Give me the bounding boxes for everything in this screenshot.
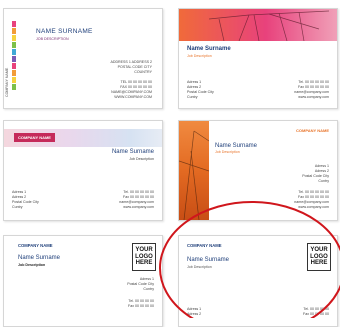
contact-line: www.company.com — [123, 205, 154, 209]
address-line: COUNTRY — [134, 70, 152, 74]
card-job: Job Description — [187, 54, 212, 58]
address-line: Cuntry — [318, 179, 329, 183]
company-name: COMPANY NAME — [18, 134, 51, 140]
card-job: Job Description — [18, 263, 46, 267]
business-card-5[interactable]: COMPANY NAME Name Surname Job Descriptio… — [3, 235, 163, 327]
business-card-2[interactable]: Name Surname Job Description Adress 1 Ad… — [178, 8, 338, 109]
crane-silhouette — [208, 10, 330, 41]
address-line: Adress 2 — [187, 312, 202, 316]
contact-line: Fax 00 00 00 00 — [303, 312, 329, 316]
address-line: Cuntry — [143, 287, 154, 291]
crane-silhouette — [179, 130, 209, 220]
contact-line: Fax 00 00 00 00 — [128, 304, 154, 308]
business-card-1[interactable]: COMPANY NAME NAME SURNAME JOB DESCRIPTIO… — [3, 8, 163, 109]
color-stripe — [12, 21, 16, 90]
business-card-4[interactable]: COMPANY NAME Name Surname Job Descriptio… — [178, 120, 338, 221]
business-card-3[interactable]: COMPANY NAME Name Surname Job Descriptio… — [3, 120, 163, 221]
company-name: COMPANY NAME — [296, 128, 329, 133]
contact-line: WWW.COMPANY.COM — [114, 95, 152, 99]
header-photo — [179, 9, 337, 41]
company-name: COMPANY NAME — [18, 243, 53, 248]
card-name: Name Surname — [187, 46, 231, 52]
card-job: Job Description — [129, 157, 154, 161]
vertical-company-name: COMPANY NAME — [5, 67, 9, 97]
address-line: Cuntry — [12, 205, 23, 209]
contact-line: www.company.com — [298, 205, 329, 209]
contact-line: www.company.com — [298, 95, 329, 99]
card-name: NAME SURNAME — [36, 28, 93, 35]
company-name: COMPANY NAME — [187, 243, 222, 248]
card-name: Name Surname — [187, 257, 230, 263]
company-tag: COMPANY NAME — [14, 133, 55, 142]
business-card-6[interactable]: COMPANY NAME Name Surname Job Descriptio… — [178, 235, 338, 327]
logo-placeholder: YOUR LOGO HERE — [132, 243, 156, 271]
card-name: Name Surname — [215, 143, 258, 149]
card-job: JOB DESCRIPTION — [36, 37, 69, 41]
card-name: Name Surname — [111, 149, 154, 155]
address-line: Cuntry — [187, 95, 198, 99]
side-photo — [179, 121, 209, 220]
card-name: Name Surname — [18, 255, 61, 261]
card-job: Job Description — [215, 150, 240, 154]
card-job: Job Description — [187, 265, 212, 269]
logo-placeholder: YOUR LOGO HERE — [307, 243, 331, 271]
